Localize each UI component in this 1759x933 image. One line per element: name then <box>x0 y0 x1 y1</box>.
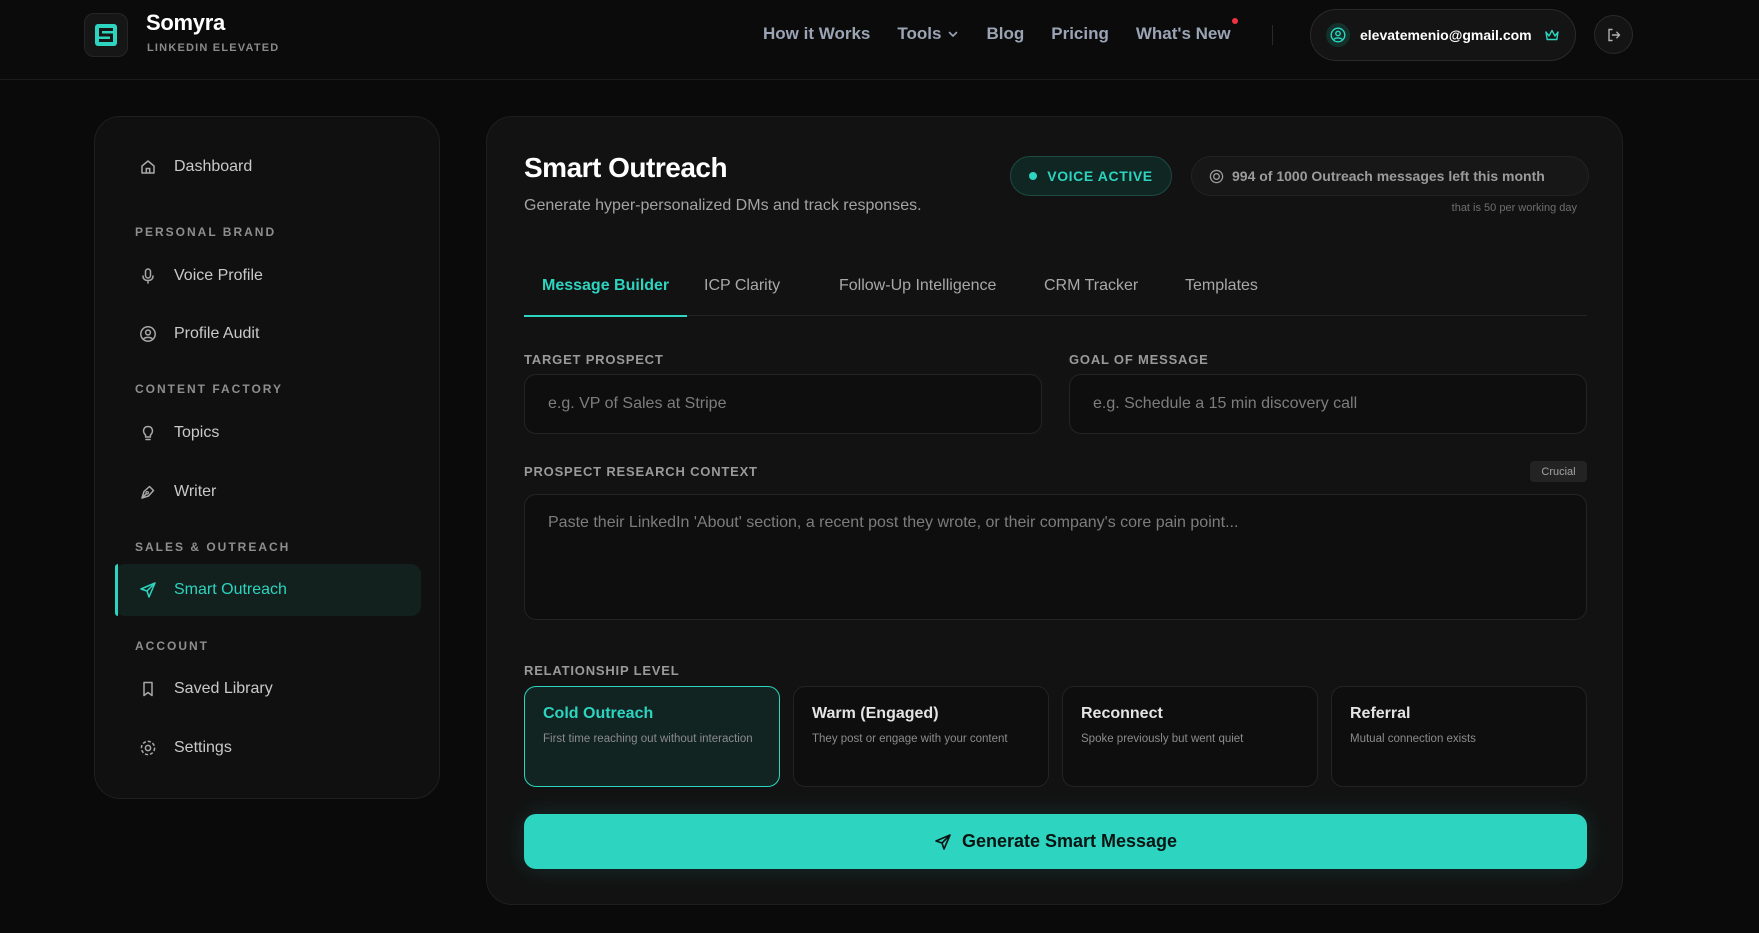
nav-pricing[interactable]: Pricing <box>1051 24 1109 44</box>
nav-divider <box>1272 25 1273 45</box>
relationship-title: Warm (Engaged) <box>812 705 939 722</box>
crucial-badge: Crucial <box>1530 461 1587 482</box>
sidebar-item-label: Saved Library <box>174 680 273 697</box>
relationship-option-warm[interactable]: Warm (Engaged) They post or engage with … <box>793 686 1049 787</box>
nav-label: What's New <box>1135 24 1231 43</box>
tab-message-builder[interactable]: Message Builder <box>524 256 688 317</box>
page-subtitle: Generate hyper-personalized DMs and trac… <box>524 197 922 214</box>
microphone-icon <box>139 267 157 285</box>
quota-note: that is 50 per working day <box>1451 202 1577 214</box>
smart-outreach-panel: Smart Outreach Generate hyper-personaliz… <box>486 116 1623 905</box>
relationship-option-cold-outreach[interactable]: Cold Outreach First time reaching out wi… <box>524 686 780 787</box>
sidebar-item-label: Settings <box>174 739 232 756</box>
sidebar-item-topics[interactable]: Topics <box>115 407 421 459</box>
page-title: Smart Outreach <box>524 152 728 183</box>
goal-of-message-input[interactable] <box>1069 374 1587 434</box>
chevron-down-icon <box>949 31 958 37</box>
sidebar-item-label: Topics <box>174 424 220 441</box>
bookmark-icon <box>139 680 157 698</box>
sidebar: Dashboard PERSONAL BRAND Voice Profile P… <box>94 116 440 799</box>
status-dot <box>1029 172 1038 180</box>
nav-how-it-works[interactable]: How it Works <box>763 24 870 44</box>
top-navbar: Somyra LINKEDIN ELEVATED How it Works To… <box>0 0 1759 80</box>
logout-icon <box>1607 28 1620 41</box>
goal-of-message-label: GOAL OF MESSAGE <box>1069 352 1209 367</box>
sidebar-section-content-factory: CONTENT FACTORY <box>135 382 284 396</box>
relationship-title: Referral <box>1350 705 1411 722</box>
generate-smart-message-button[interactable]: Generate Smart Message <box>524 814 1587 869</box>
sidebar-item-smart-outreach[interactable]: Smart Outreach <box>115 564 421 616</box>
sidebar-item-saved-library[interactable]: Saved Library <box>115 663 421 715</box>
voice-active-badge: VOICE ACTIVE <box>1010 156 1172 196</box>
generate-button-label: Generate Smart Message <box>961 831 1178 851</box>
relationship-desc: They post or engage with your content <box>812 733 1008 745</box>
quota-text: 994 of 1000 Outreach messages left this … <box>1232 168 1545 184</box>
sidebar-item-label: Smart Outreach <box>174 581 287 598</box>
target-prospect-label: TARGET PROSPECT <box>524 352 664 367</box>
tab-follow-up-intelligence[interactable]: Follow-Up Intelligence <box>821 256 1014 316</box>
nav-tools-dropdown[interactable]: Tools <box>897 24 959 44</box>
research-context-textarea[interactable] <box>524 494 1587 620</box>
sidebar-item-label: Voice Profile <box>174 267 263 284</box>
tab-icp-clarity[interactable]: ICP Clarity <box>686 256 798 316</box>
tab-bar: Message Builder ICP Clarity Follow-Up In… <box>524 256 1587 317</box>
settings-icon <box>139 739 157 757</box>
nav-label: How it Works <box>763 24 871 43</box>
home-icon <box>139 158 157 176</box>
sidebar-item-profile-audit[interactable]: Profile Audit <box>115 308 421 360</box>
lightbulb-icon <box>139 424 157 442</box>
nav-blog[interactable]: Blog <box>986 24 1024 44</box>
sidebar-item-dashboard[interactable]: Dashboard <box>115 141 421 193</box>
relationship-desc: Spoke previously but went quiet <box>1081 733 1244 745</box>
relationship-level-label: RELATIONSHIP LEVEL <box>524 663 680 678</box>
main-nav: How it Works Tools Blog Pricing What's N… <box>763 18 1258 44</box>
user-email: elevatemenio@gmail.com <box>1360 27 1532 43</box>
tab-label: Follow-Up Intelligence <box>839 277 997 294</box>
target-prospect-input[interactable] <box>524 374 1042 434</box>
user-avatar <box>1326 23 1350 47</box>
target-icon <box>1209 169 1224 183</box>
tab-templates[interactable]: Templates <box>1167 256 1276 316</box>
relationship-option-reconnect[interactable]: Reconnect Spoke previously but went quie… <box>1062 686 1318 787</box>
tab-label: Message Builder <box>542 277 670 294</box>
notification-dot <box>1231 18 1238 24</box>
sidebar-item-label: Dashboard <box>174 158 253 175</box>
send-icon <box>139 581 157 599</box>
research-context-label: PROSPECT RESEARCH CONTEXT <box>524 464 758 479</box>
tab-label: ICP Clarity <box>704 277 781 294</box>
nav-whats-new[interactable]: What's New <box>1135 18 1238 44</box>
tab-label: CRM Tracker <box>1044 277 1139 294</box>
logout-button[interactable] <box>1594 15 1633 54</box>
sidebar-section-sales-outreach: SALES & OUTREACH <box>135 540 291 554</box>
quota-pill: 994 of 1000 Outreach messages left this … <box>1191 156 1589 196</box>
sidebar-section-account: ACCOUNT <box>135 639 209 653</box>
pen-nib-icon <box>139 483 157 501</box>
brand-tagline: LINKEDIN ELEVATED <box>147 42 280 54</box>
brand-logo[interactable] <box>84 13 128 57</box>
nav-label: Tools <box>897 24 942 43</box>
somyra-logo-icon <box>95 24 117 46</box>
nav-label: Pricing <box>1051 24 1109 43</box>
sidebar-item-label: Profile Audit <box>174 325 260 342</box>
tab-label: Templates <box>1185 277 1258 294</box>
user-account-pill[interactable]: elevatemenio@gmail.com <box>1310 9 1576 61</box>
brand-name: Somyra <box>146 10 225 35</box>
user-circle-icon <box>1330 27 1346 43</box>
relationship-title: Cold Outreach <box>543 705 654 722</box>
user-circle-icon <box>139 325 157 343</box>
send-icon <box>935 833 951 850</box>
tab-crm-tracker[interactable]: CRM Tracker <box>1026 256 1156 316</box>
sidebar-item-label: Writer <box>174 483 217 500</box>
nav-label: Blog <box>986 24 1025 43</box>
crown-icon <box>1544 27 1560 43</box>
sidebar-item-writer[interactable]: Writer <box>115 466 421 518</box>
sidebar-section-personal-brand: PERSONAL BRAND <box>135 225 277 239</box>
relationship-desc: First time reaching out without interact… <box>543 733 753 745</box>
sidebar-item-settings[interactable]: Settings <box>115 722 421 774</box>
voice-badge-label: VOICE ACTIVE <box>1047 168 1153 184</box>
relationship-title: Reconnect <box>1081 705 1163 722</box>
relationship-desc: Mutual connection exists <box>1350 733 1476 745</box>
relationship-option-referral[interactable]: Referral Mutual connection exists <box>1331 686 1587 787</box>
sidebar-item-voice-profile[interactable]: Voice Profile <box>115 250 421 302</box>
